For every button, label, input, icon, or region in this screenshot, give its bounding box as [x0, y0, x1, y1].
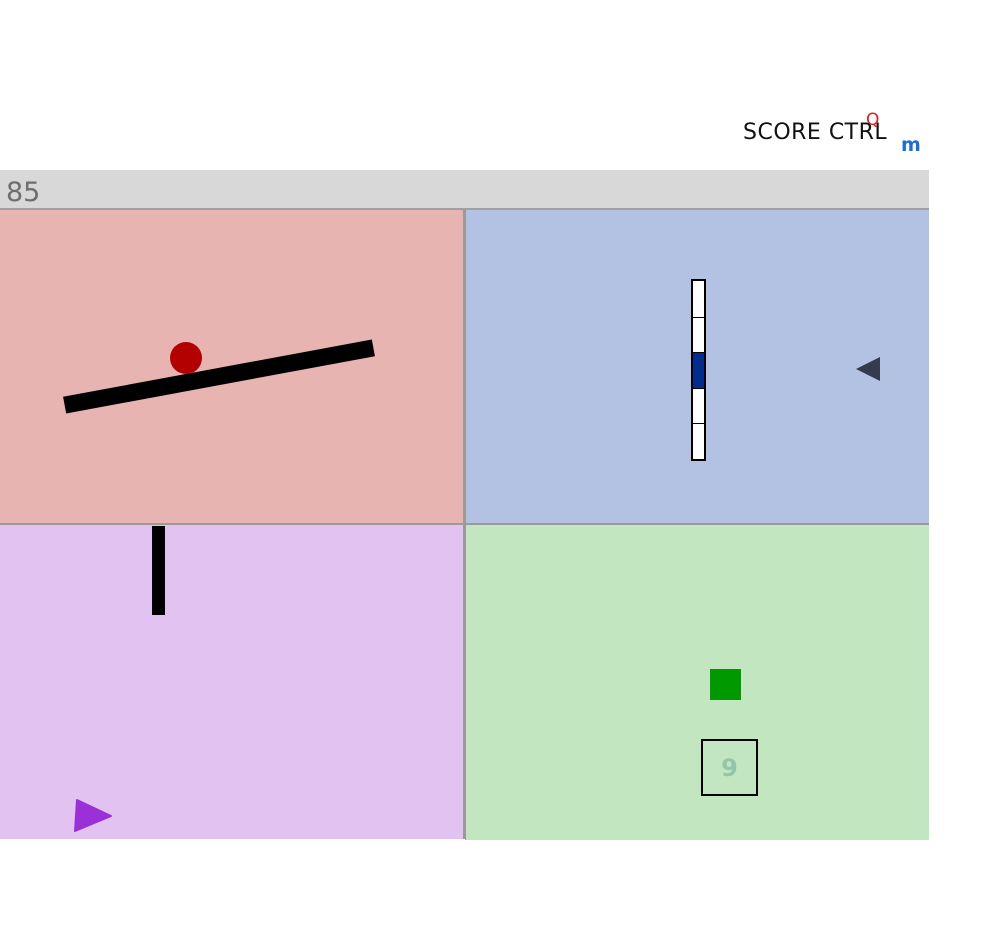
- top-bar: 85: [0, 170, 929, 210]
- slider-fill: [693, 352, 704, 388]
- triangle-right-icon[interactable]: [73, 798, 113, 834]
- slider-tick: [693, 423, 704, 425]
- top-counter: 85: [6, 177, 41, 208]
- slider-tick: [693, 352, 704, 354]
- red-ball[interactable]: [170, 342, 202, 374]
- panel-purple[interactable]: [0, 525, 465, 839]
- green-square[interactable]: [710, 669, 741, 700]
- panel-green[interactable]: [465, 525, 929, 840]
- hud-blue-glyph: m: [901, 134, 921, 156]
- triangle-left-icon[interactable]: [856, 357, 880, 381]
- player-triangle: [74, 799, 112, 832]
- hud-red-glyph: Q: [866, 110, 880, 130]
- slider-tick: [693, 387, 704, 389]
- slider-tick: [693, 316, 704, 318]
- number-box[interactable]: 9: [701, 739, 758, 796]
- vertical-slider[interactable]: [691, 279, 706, 461]
- vertical-post: [152, 526, 165, 615]
